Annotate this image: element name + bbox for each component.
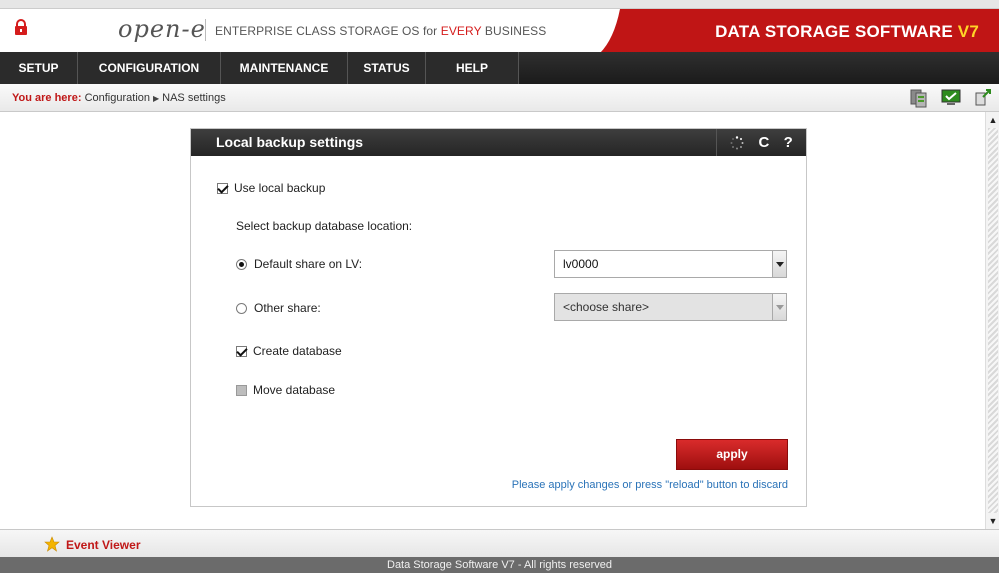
footer: Data Storage Software V7 - All rights re…: [0, 557, 999, 573]
panel-title: Local backup settings: [216, 134, 364, 150]
default-share-radio[interactable]: [236, 258, 247, 270]
star-icon: [44, 536, 60, 552]
default-share-label: Default share on LV:: [254, 257, 363, 271]
chevron-down-icon[interactable]: [772, 251, 786, 277]
create-database-label: Create database: [253, 344, 342, 358]
move-database-checkbox[interactable]: [236, 384, 247, 396]
move-db-row: Move database: [236, 383, 335, 397]
default-share-value: lv0000: [563, 257, 599, 271]
apply-hint: Please apply changes or press "reload" b…: [511, 479, 788, 491]
use-local-backup-label: Use local backup: [234, 181, 326, 195]
spinner-icon: [730, 135, 744, 149]
lock-icon: [15, 19, 27, 35]
open-e-logo: open-e: [118, 15, 206, 43]
local-backup-panel: Local backup settings C ? Use local back…: [190, 128, 807, 507]
other-share-value: <choose share>: [563, 300, 650, 314]
monitor-icon[interactable]: [941, 88, 961, 108]
breadcrumb-item-nas-settings[interactable]: NAS settings: [162, 92, 226, 104]
breadcrumb-text: You are here: Configuration ▶ NAS settings: [12, 92, 226, 104]
tagline: ENTERPRISE CLASS STORAGE OS for EVERY BU…: [215, 24, 547, 38]
select-location-row: Select backup database location:: [236, 219, 412, 233]
create-db-row: Create database: [236, 344, 342, 358]
panel-header: Local backup settings C ?: [191, 129, 806, 156]
other-share-row: Other share:: [236, 301, 321, 315]
header-bar: open-e ENTERPRISE CLASS STORAGE OS for E…: [0, 8, 999, 53]
scroll-down-icon[interactable]: ▼: [987, 515, 999, 527]
main-nav: SETUP CONFIGURATION MAINTENANCE STATUS H…: [0, 52, 999, 84]
breadcrumb: You are here: Configuration ▶ NAS settings: [0, 84, 999, 112]
apply-button[interactable]: apply: [676, 439, 788, 470]
use-local-backup-checkbox[interactable]: [217, 182, 228, 194]
nav-maintenance[interactable]: MAINTENANCE: [221, 52, 348, 84]
scroll-track[interactable]: [988, 128, 998, 513]
nav-filler: [519, 52, 999, 84]
help-icon[interactable]: ?: [784, 129, 793, 156]
breadcrumb-lead: You are here:: [12, 92, 82, 104]
product-name: DATA STORAGE SOFTWARE V7: [715, 22, 979, 41]
nav-setup[interactable]: SETUP: [0, 52, 78, 84]
use-local-backup-row: Use local backup: [217, 181, 325, 195]
servers-icon[interactable]: [909, 88, 929, 108]
other-share-label: Other share:: [254, 301, 321, 315]
chevron-down-icon[interactable]: [772, 294, 786, 320]
other-share-select[interactable]: <choose share>: [554, 293, 787, 321]
select-location-label: Select backup database location:: [236, 219, 413, 233]
event-viewer-bar: Event Viewer: [0, 529, 999, 557]
nav-status[interactable]: STATUS: [348, 52, 426, 84]
scroll-up-icon[interactable]: ▲: [987, 114, 999, 126]
top-header: open-e ENTERPRISE CLASS STORAGE OS for E…: [0, 0, 999, 53]
vertical-scrollbar[interactable]: ▲ ▼: [985, 112, 999, 529]
header-tools: [909, 88, 993, 108]
default-share-row: Default share on LV:: [236, 257, 362, 271]
logout-icon[interactable]: [973, 88, 993, 108]
nav-configuration[interactable]: CONFIGURATION: [78, 52, 221, 84]
nav-help[interactable]: HELP: [426, 52, 519, 84]
reload-icon[interactable]: C: [758, 129, 769, 156]
breadcrumb-item-configuration[interactable]: Configuration: [85, 92, 150, 104]
default-share-select[interactable]: lv0000: [554, 250, 787, 278]
logo-divider: [205, 19, 206, 41]
event-viewer-link[interactable]: Event Viewer: [66, 538, 140, 552]
other-share-radio[interactable]: [236, 302, 247, 314]
create-database-checkbox[interactable]: [236, 345, 247, 357]
move-database-label: Move database: [253, 383, 336, 397]
panel-tools: C ?: [716, 129, 806, 156]
breadcrumb-arrow-icon: ▶: [153, 94, 160, 103]
